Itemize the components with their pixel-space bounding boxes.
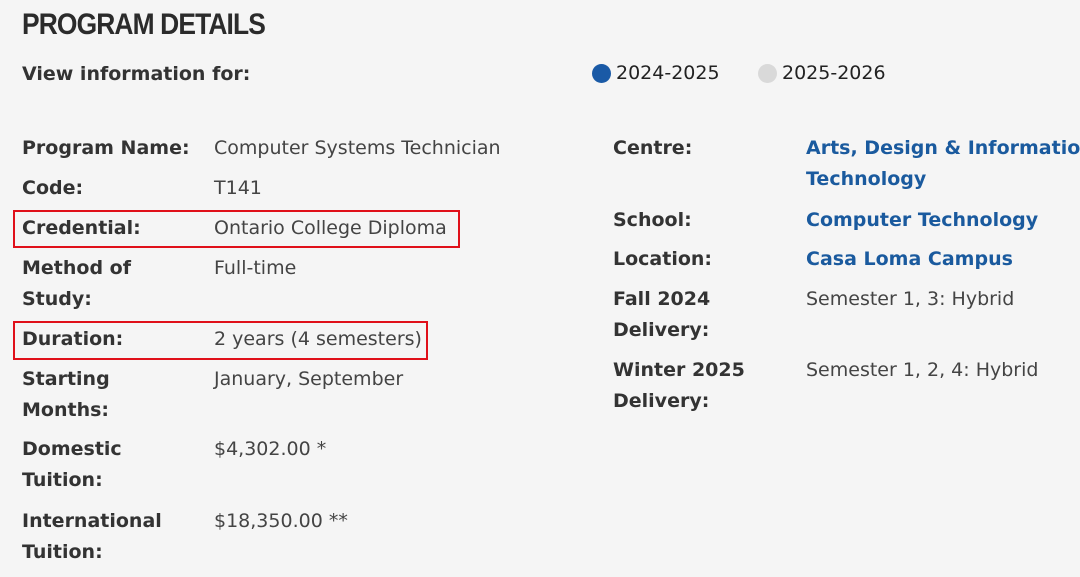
method-value: Full-time (214, 257, 297, 279)
program-name-label: Program Name: (22, 137, 190, 159)
winter-delivery-value: Semester 1, 2, 4: Hybrid (806, 359, 1039, 381)
radio-selected-icon (592, 63, 611, 83)
radio-2025-2026[interactable]: 2025-2026 (758, 62, 886, 84)
method-label-line2: Study: (22, 288, 92, 310)
page-title: PROGRAM DETAILS (22, 8, 266, 41)
code-label: Code: (22, 177, 84, 199)
starting-value: January, September (214, 368, 404, 390)
centre-link[interactable]: Arts, Design & Information Technology (806, 133, 1080, 195)
program-name-value: Computer Systems Technician (214, 137, 501, 159)
method-label-line1: Method of (22, 257, 131, 279)
code-value: T141 (214, 177, 262, 199)
centre-link-line2: Technology (806, 168, 927, 190)
fall-delivery-label-line2: Delivery: (613, 319, 710, 341)
domestic-label-line1: Domestic (22, 438, 122, 460)
domestic-label-line2: Tuition: (22, 469, 103, 491)
location-link[interactable]: Casa Loma Campus (806, 244, 1013, 275)
international-tuition-value: $18,350.00 ** (214, 510, 348, 532)
centre-link-line1: Arts, Design & Information (806, 137, 1080, 159)
fall-delivery-label-line1: Fall 2024 (613, 288, 711, 310)
fall-delivery-value: Semester 1, 3: Hybrid (806, 288, 1015, 310)
international-label-line1: International (22, 510, 162, 532)
starting-label-line1: Starting (22, 368, 110, 390)
school-link[interactable]: Computer Technology (806, 205, 1038, 236)
duration-highlight-box (13, 321, 428, 360)
winter-delivery-label-line1: Winter 2025 (613, 359, 745, 381)
credential-highlight-box (13, 210, 460, 248)
radio-unselected-icon (758, 63, 777, 83)
radio-2024-2025[interactable]: 2024-2025 (592, 62, 720, 84)
domestic-tuition-value: $4,302.00 * (214, 438, 327, 460)
international-label-line2: Tuition: (22, 541, 103, 563)
starting-label-line2: Months: (22, 399, 110, 421)
location-label: Location: (613, 248, 713, 270)
radio-label: 2024-2025 (616, 62, 720, 84)
winter-delivery-label-line2: Delivery: (613, 390, 710, 412)
school-label: School: (613, 209, 692, 231)
view-info-label: View information for: (22, 63, 251, 85)
centre-label: Centre: (613, 137, 693, 159)
radio-label: 2025-2026 (782, 62, 886, 84)
